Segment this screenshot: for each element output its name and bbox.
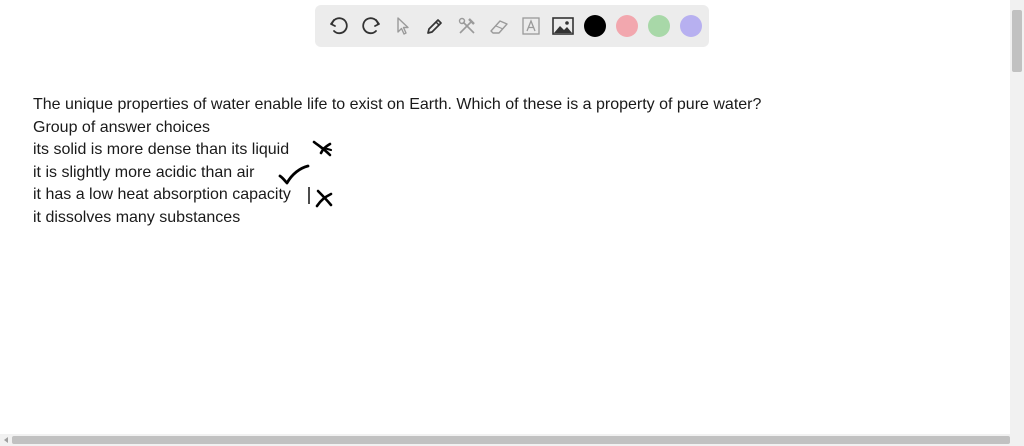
choice-1: its solid is more dense than its liquid [33, 141, 290, 159]
undo-icon[interactable] [323, 10, 355, 42]
color-swatch-black[interactable] [584, 15, 606, 37]
redo-icon[interactable] [355, 10, 387, 42]
pointer-icon[interactable] [387, 10, 419, 42]
color-swatch-lavender[interactable] [680, 15, 702, 37]
image-icon[interactable] [547, 10, 579, 42]
drawing-toolbar [315, 5, 709, 47]
choice-2: it is slightly more acidic than air [33, 163, 255, 181]
tools-icon[interactable] [451, 10, 483, 42]
answer-choices-heading: Group of answer choices [33, 118, 210, 136]
horizontal-scrollbar[interactable] [0, 434, 1024, 446]
scroll-left-icon[interactable] [2, 436, 10, 444]
canvas-content: The unique properties of water enable li… [33, 94, 761, 230]
check-mark [278, 164, 310, 185]
vertical-scrollbar[interactable] [1010, 0, 1024, 434]
vertical-scrollbar-thumb[interactable] [1012, 10, 1022, 72]
text-icon[interactable] [515, 10, 547, 42]
pen-icon[interactable] [419, 10, 451, 42]
color-swatch-pink[interactable] [616, 15, 638, 37]
cross-mark-1 [312, 140, 333, 157]
cross-mark-2 [308, 187, 333, 208]
color-swatch-green[interactable] [648, 15, 670, 37]
choice-3: it has a low heat absorption capacity [33, 186, 291, 204]
horizontal-scrollbar-thumb[interactable] [12, 436, 1010, 444]
question-text: The unique properties of water enable li… [33, 96, 762, 113]
eraser-icon[interactable] [483, 10, 515, 42]
choice-4: it dissolves many substances [33, 208, 241, 226]
